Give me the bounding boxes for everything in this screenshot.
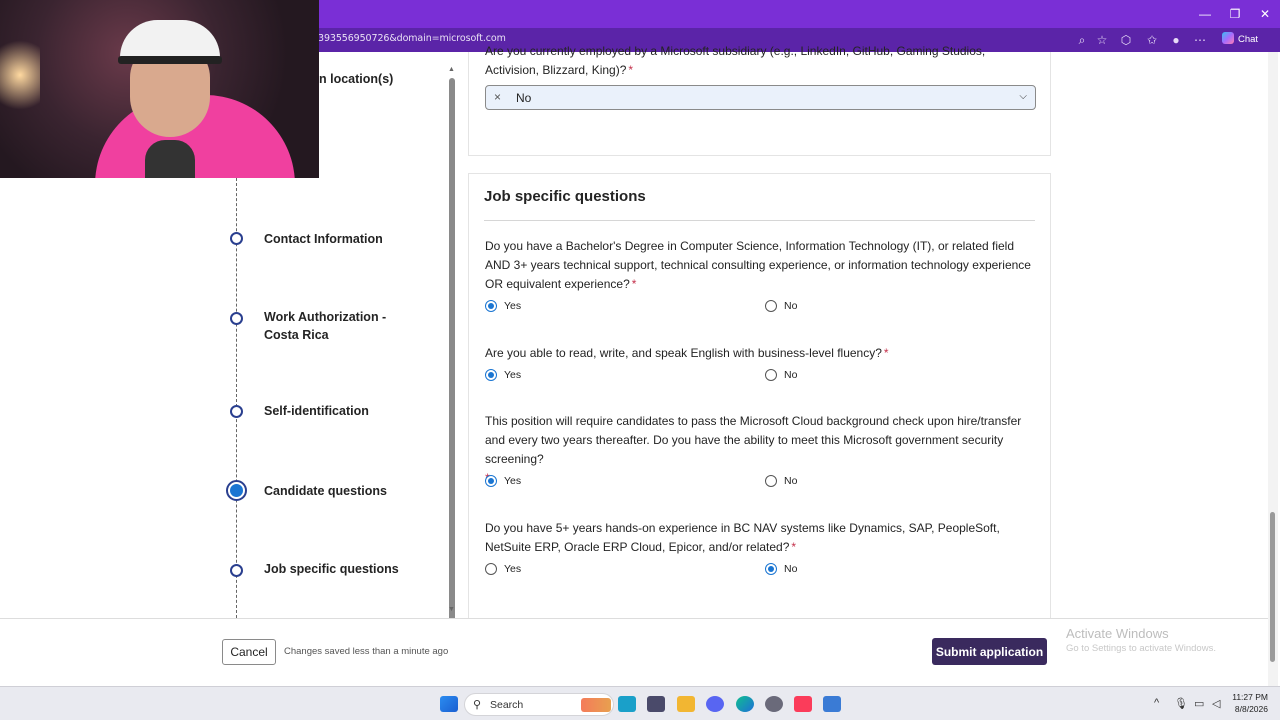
- settings-icon[interactable]: [765, 696, 783, 712]
- copilot-chat-button[interactable]: Chat: [1218, 31, 1262, 49]
- taskbar-search[interactable]: ⚲ Search: [464, 693, 614, 716]
- music-icon[interactable]: [794, 696, 812, 712]
- search-icon: ⚲: [473, 699, 482, 711]
- scroll-down-arrow-icon[interactable]: ▼: [448, 606, 455, 613]
- favorite-star-icon[interactable]: ☆: [1094, 32, 1110, 48]
- step-indicator-work-authorization: [230, 312, 243, 325]
- edge-browser-icon[interactable]: [736, 696, 754, 712]
- minimize-button[interactable]: —: [1190, 4, 1220, 24]
- step-indicator-candidate-questions: [226, 480, 247, 501]
- radio-selected-icon[interactable]: [485, 475, 497, 487]
- subsidiary-select[interactable]: × No ⌵: [485, 85, 1036, 110]
- step-candidate-questions[interactable]: Candidate questions: [264, 482, 387, 500]
- volume-icon[interactable]: ◁: [1212, 697, 1220, 710]
- search-highlight-icon: [581, 698, 611, 712]
- nav-scrollbar[interactable]: ▲ ▼: [448, 60, 456, 622]
- step-self-identification[interactable]: Self-identification: [264, 402, 369, 420]
- radio-empty-icon[interactable]: [765, 300, 777, 312]
- network-icon[interactable]: ▭: [1194, 697, 1204, 710]
- nav-scroll-thumb[interactable]: [449, 78, 455, 622]
- radio-selected-icon[interactable]: [485, 369, 497, 381]
- radio-empty-icon[interactable]: [485, 563, 497, 575]
- section-divider: [484, 220, 1035, 221]
- question-bachelors-degree: Do you have a Bachelor's Degree in Compu…: [485, 239, 1031, 291]
- question-english-fluency: Are you able to read, write, and speak E…: [485, 346, 889, 360]
- q4-option-yes[interactable]: Yes: [485, 563, 521, 575]
- extensions-icon[interactable]: ⬡: [1118, 32, 1134, 48]
- start-windows-icon[interactable]: [440, 696, 458, 712]
- more-menu-icon[interactable]: ⋯: [1192, 32, 1208, 48]
- save-status: Changes saved less than a minute ago: [284, 646, 449, 657]
- step-job-specific-questions[interactable]: Job specific questions: [264, 560, 399, 578]
- system-clock[interactable]: 11:27 PM 8/8/2026: [1226, 691, 1268, 715]
- profile-avatar-icon[interactable]: ●: [1168, 32, 1184, 48]
- step-indicator-self-identification: [230, 405, 243, 418]
- q1-option-yes[interactable]: Yes: [485, 300, 521, 312]
- discord-icon[interactable]: [706, 696, 724, 712]
- radio-empty-icon[interactable]: [765, 475, 777, 487]
- q3-option-yes[interactable]: Yes: [485, 475, 521, 487]
- question-erp-experience: Do you have 5+ years hands-on experience…: [485, 521, 1000, 554]
- activate-windows-subtitle: Go to Settings to activate Windows.: [1066, 643, 1216, 654]
- page-scroll-thumb[interactable]: [1270, 512, 1275, 662]
- zoom-icon[interactable]: ⌕: [1074, 32, 1090, 48]
- webcam-overlay: [0, 0, 319, 178]
- scroll-up-arrow-icon[interactable]: ▲: [448, 66, 455, 73]
- question-background-check: This position will require candidates to…: [485, 414, 1022, 485]
- clear-icon[interactable]: ×: [494, 90, 501, 104]
- step-contact-information[interactable]: Contact Information: [264, 230, 383, 248]
- step-indicator-job-specific: [230, 564, 243, 577]
- q2-option-no[interactable]: No: [765, 369, 797, 381]
- radio-selected-icon[interactable]: [485, 300, 497, 312]
- chevron-down-icon[interactable]: ⌵: [1019, 91, 1027, 102]
- activate-windows-title: Activate Windows: [1066, 626, 1169, 641]
- q4-option-no[interactable]: No: [765, 563, 797, 575]
- radio-empty-icon[interactable]: [765, 369, 777, 381]
- url-text[interactable]: 393556950726&domain=microsoft.com: [318, 33, 506, 44]
- section-title: Job specific questions: [484, 188, 646, 205]
- question-subsidiary: Are you currently employed by a Microsof…: [485, 44, 986, 77]
- restore-button[interactable]: ❐: [1220, 4, 1250, 24]
- app-2-icon[interactable]: [647, 696, 665, 712]
- radio-selected-icon[interactable]: [765, 563, 777, 575]
- tray-chevron-up-icon[interactable]: ^: [1154, 697, 1159, 709]
- windows-taskbar: ⚲ Search ^ 🎙 ▭ ◁ 11:27 PM 8/8/2026: [0, 686, 1280, 720]
- app-3-icon[interactable]: [823, 696, 841, 712]
- cancel-button[interactable]: Cancel: [222, 639, 276, 665]
- microphone: [145, 140, 195, 178]
- q2-option-yes[interactable]: Yes: [485, 369, 521, 381]
- microphone-icon[interactable]: 🎙: [1174, 697, 1188, 710]
- nav-item-partial[interactable]: n location(s): [319, 72, 393, 86]
- select-value: No: [516, 91, 532, 105]
- app-1-icon[interactable]: [618, 696, 636, 712]
- copilot-icon: [1222, 32, 1234, 44]
- lamp-glow: [0, 30, 40, 120]
- submit-application-button[interactable]: Submit application: [932, 638, 1047, 665]
- step-indicator-contact: [230, 232, 243, 245]
- person-cap-brim: [118, 56, 222, 64]
- file-explorer-icon[interactable]: [677, 696, 695, 712]
- q3-option-no[interactable]: No: [765, 475, 797, 487]
- favorites-icon[interactable]: ✩: [1144, 32, 1160, 48]
- q1-option-no[interactable]: No: [765, 300, 797, 312]
- page-scrollbar[interactable]: [1268, 52, 1278, 686]
- step-work-authorization[interactable]: Work Authorization - Costa Rica: [264, 308, 386, 344]
- close-button[interactable]: ✕: [1250, 4, 1280, 24]
